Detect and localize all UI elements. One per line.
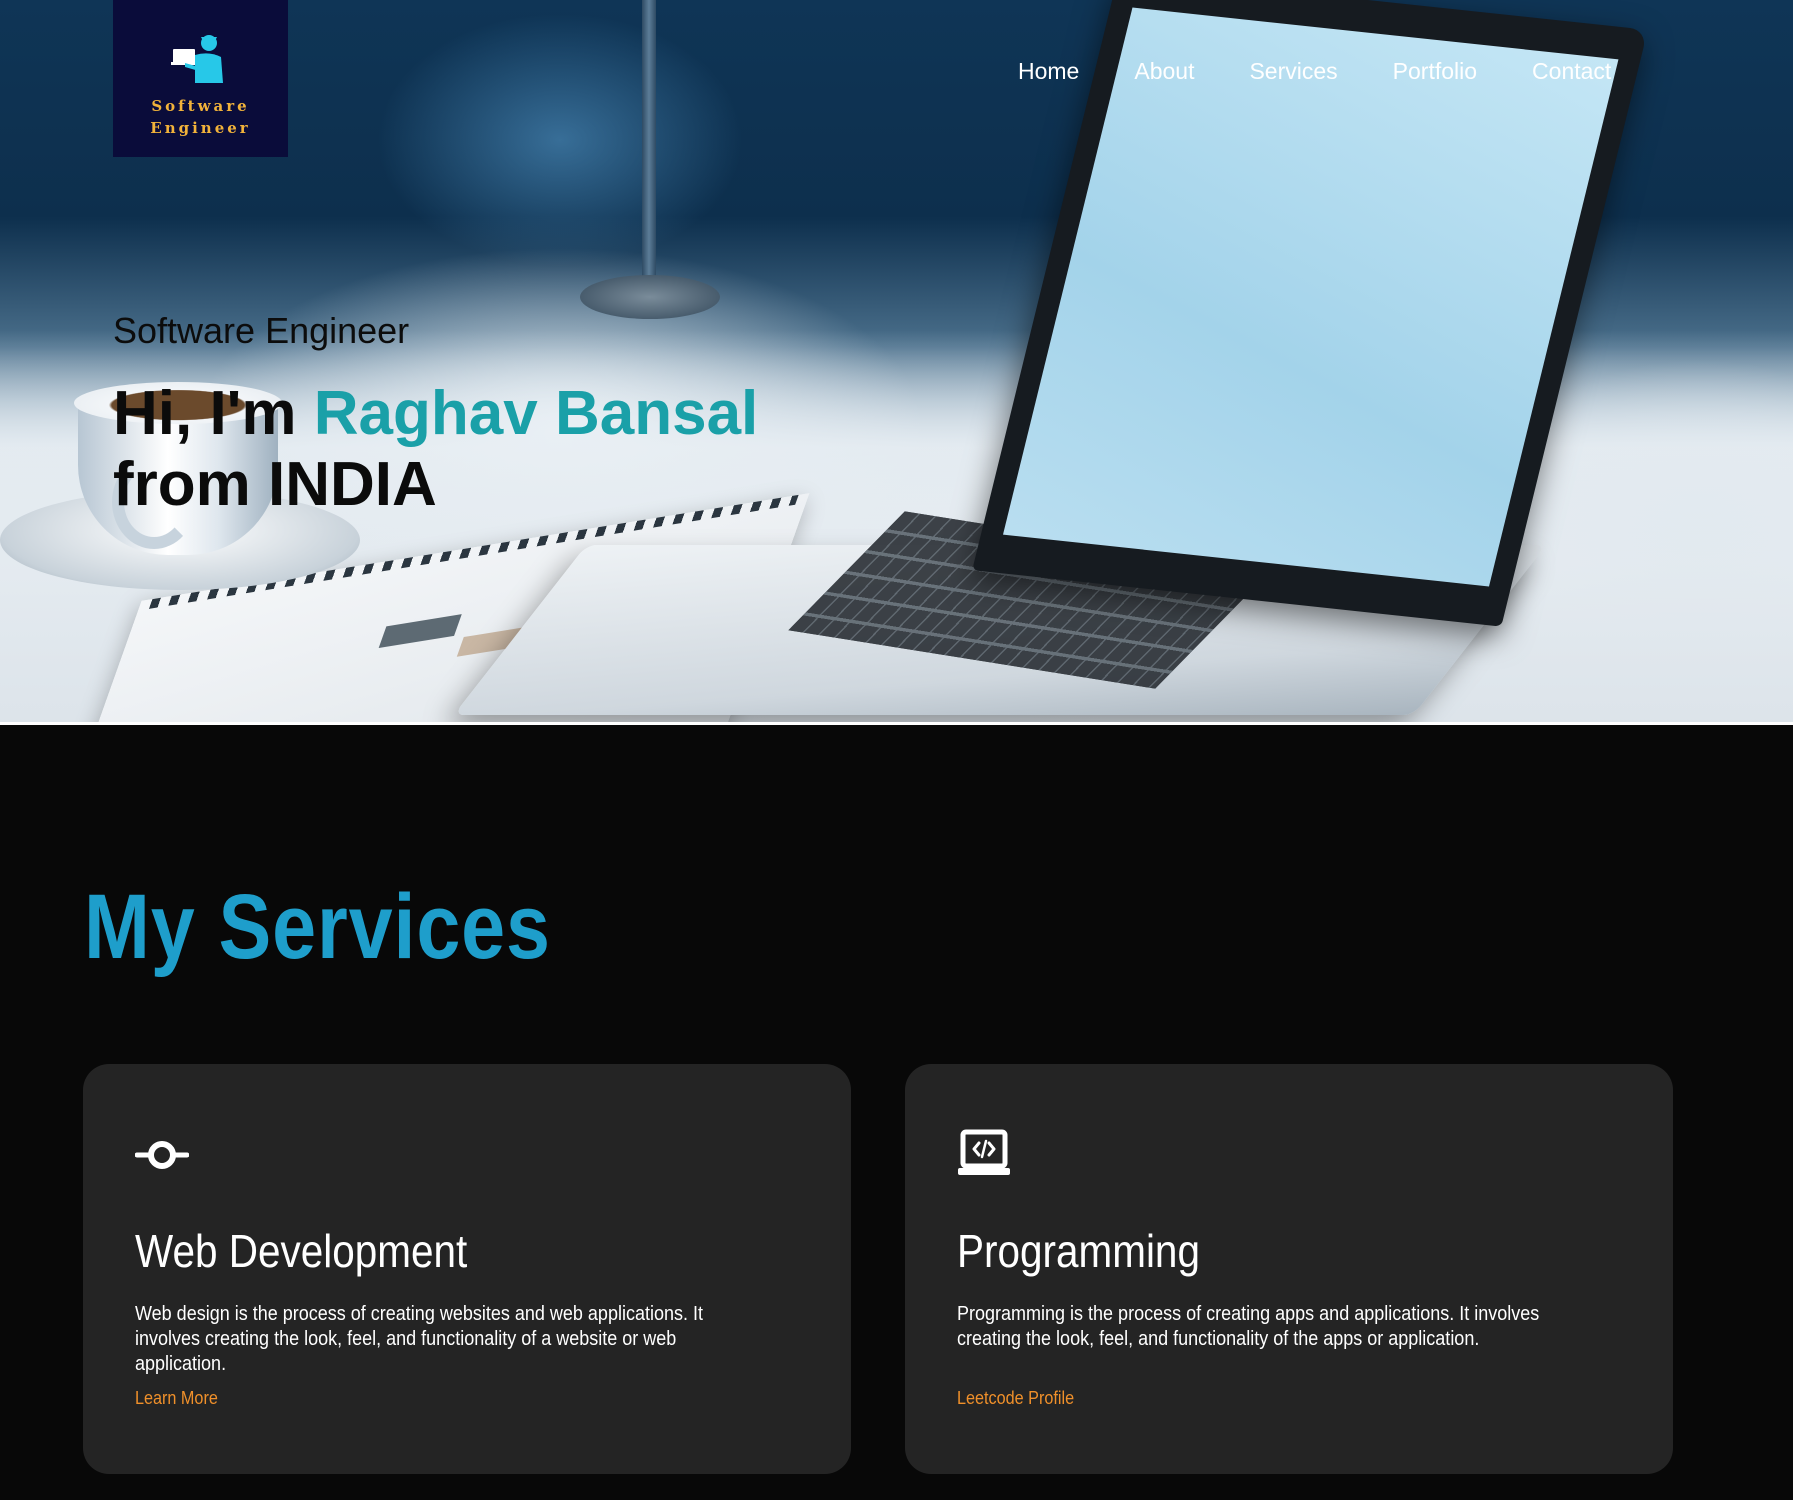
engineer-logo-icon: [170, 35, 223, 83]
nav-services-link[interactable]: Services: [1249, 58, 1337, 85]
hero-greeting: Hi, I'm: [113, 379, 314, 448]
service-card-programming: Programming Programming is the process o…: [905, 1064, 1673, 1474]
hero-name: Raghav Bansal: [313, 379, 759, 448]
service-description: Programming is the process of creating a…: [957, 1303, 1540, 1350]
service-description: Web design is the process of creating we…: [135, 1303, 703, 1375]
service-title: Programming: [957, 1225, 1200, 1277]
hero-background-lamp-base: [580, 275, 720, 319]
commit-icon: [135, 1141, 189, 1169]
services-heading: My Services: [84, 876, 551, 978]
learn-more-link[interactable]: Learn More: [135, 1388, 218, 1409]
nav-about-link[interactable]: About: [1134, 58, 1194, 85]
hero-subtitle: Software Engineer: [113, 310, 410, 351]
hero-section: Software Engineer Home About Services Po…: [0, 0, 1793, 725]
hero-origin: from INDIA: [113, 450, 437, 519]
service-title: Web Development: [135, 1225, 468, 1277]
main-nav: Home About Services Portfolio Contact: [1018, 58, 1611, 85]
leetcode-profile-link[interactable]: Leetcode Profile: [957, 1388, 1074, 1409]
service-card-web-development: Web Development Web design is the proces…: [83, 1064, 851, 1474]
logo-text: Software Engineer: [150, 97, 251, 137]
hero-title: Hi, I'm Raghav Bansal from INDIA: [113, 378, 758, 520]
site-logo[interactable]: Software Engineer: [113, 0, 288, 157]
nav-portfolio-link[interactable]: Portfolio: [1393, 58, 1477, 85]
laptop-code-icon: [958, 1129, 1010, 1175]
nav-home-link[interactable]: Home: [1018, 58, 1079, 85]
nav-contact-link[interactable]: Contact: [1532, 58, 1611, 85]
hero-background-lamp: [642, 0, 656, 300]
